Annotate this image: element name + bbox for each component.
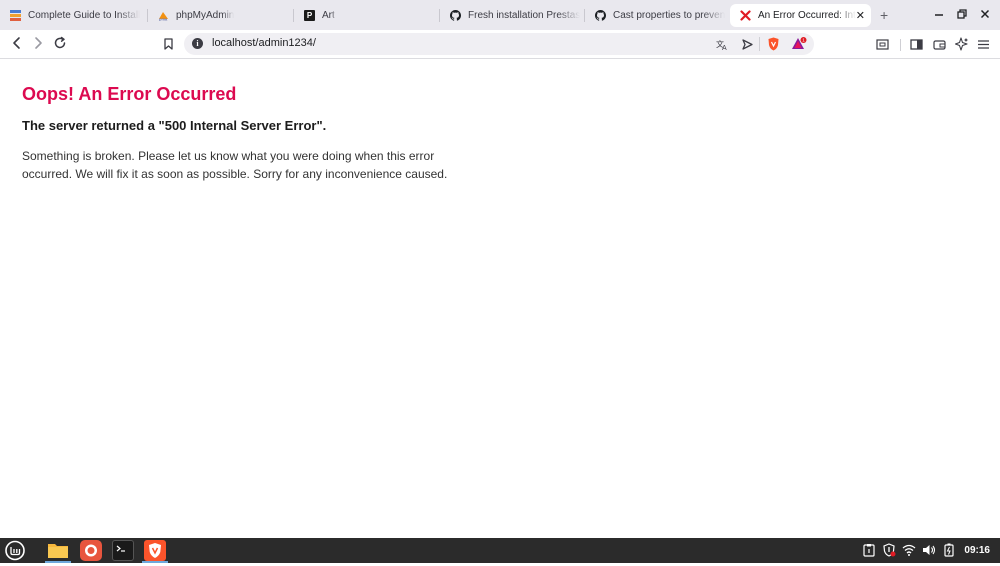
- restore-icon[interactable]: [957, 8, 967, 22]
- tab-label: Cast properties to preven: [613, 10, 726, 21]
- phpmyadmin-icon: pma: [158, 10, 169, 21]
- stack-icon: [10, 10, 21, 21]
- red-x-icon: [740, 10, 751, 21]
- bookmark-icon[interactable]: [164, 37, 173, 50]
- translate-icon[interactable]: 文A: [716, 38, 729, 52]
- browser-toolbar: i localhost/admin1234/ 文A 1: [0, 30, 1000, 59]
- mint-menu-icon[interactable]: [4, 540, 26, 561]
- tab-label: Fresh installation Prestas: [468, 10, 581, 21]
- error-subtitle: The server returned a "500 Internal Serv…: [22, 118, 327, 133]
- firefox-icon[interactable]: [80, 540, 102, 561]
- tab-label: Art: [322, 10, 335, 21]
- back-icon[interactable]: [10, 36, 24, 50]
- battery-icon[interactable]: [942, 543, 956, 557]
- tab-strip: Complete Guide to Install pma phpMyAdmin…: [0, 0, 1000, 30]
- send-icon[interactable]: [741, 38, 754, 51]
- site-info-icon[interactable]: i: [192, 38, 203, 49]
- tab-fresh-installation[interactable]: Fresh installation Prestas: [440, 4, 584, 27]
- github-icon: [595, 10, 606, 21]
- taskbar: 09:16: [0, 538, 1000, 563]
- svg-text:pma: pma: [159, 17, 168, 22]
- reader-mode-icon[interactable]: [876, 38, 889, 51]
- close-tab-icon[interactable]: ✕: [856, 9, 865, 22]
- clipboard-icon[interactable]: [862, 543, 876, 557]
- files-icon[interactable]: [47, 540, 69, 561]
- terminal-icon[interactable]: [112, 540, 134, 561]
- leo-ai-icon[interactable]: [954, 37, 968, 51]
- urlbar-divider: [759, 37, 760, 51]
- close-window-icon[interactable]: [980, 8, 990, 22]
- forward-icon[interactable]: [31, 36, 45, 50]
- github-icon: [450, 10, 461, 21]
- url-text[interactable]: localhost/admin1234/: [212, 37, 316, 49]
- brave-rewards-icon[interactable]: 1: [792, 37, 807, 50]
- wifi-icon[interactable]: [902, 543, 916, 557]
- tab-complete-guide[interactable]: Complete Guide to Install: [0, 4, 146, 27]
- tab-error-active[interactable]: An Error Occurred: Int ✕: [730, 4, 871, 27]
- tab-cast-properties[interactable]: Cast properties to preven: [585, 4, 729, 27]
- svg-text:A: A: [722, 45, 727, 51]
- error-message: Something is broken. Please let us know …: [22, 149, 448, 181]
- clock[interactable]: 09:16: [964, 545, 990, 556]
- brave-shields-icon[interactable]: [767, 37, 780, 51]
- volume-icon[interactable]: [922, 543, 936, 557]
- tab-label: An Error Occurred: Int: [758, 10, 856, 21]
- tab-art[interactable]: P Art: [294, 4, 439, 27]
- shield-update-icon[interactable]: [882, 543, 896, 557]
- error-page: Oops! An Error Occurred The server retur…: [22, 84, 462, 183]
- tab-label: phpMyAdmin: [176, 10, 235, 21]
- new-tab-button[interactable]: +: [880, 7, 888, 23]
- tab-label: Complete Guide to Install: [28, 10, 141, 21]
- wallet-icon[interactable]: [933, 38, 946, 51]
- toolbar-divider: [900, 39, 901, 51]
- address-bar[interactable]: i localhost/admin1234/ 文A 1: [184, 33, 814, 55]
- minimize-icon[interactable]: [934, 8, 944, 22]
- brave-browser-icon[interactable]: [144, 540, 166, 561]
- error-title: Oops! An Error Occurred: [22, 84, 237, 104]
- sidebar-icon[interactable]: [910, 38, 923, 51]
- p-icon: P: [304, 10, 315, 21]
- reload-icon[interactable]: [53, 36, 67, 50]
- tab-phpmyadmin[interactable]: pma phpMyAdmin: [148, 4, 293, 27]
- menu-icon[interactable]: [977, 38, 990, 51]
